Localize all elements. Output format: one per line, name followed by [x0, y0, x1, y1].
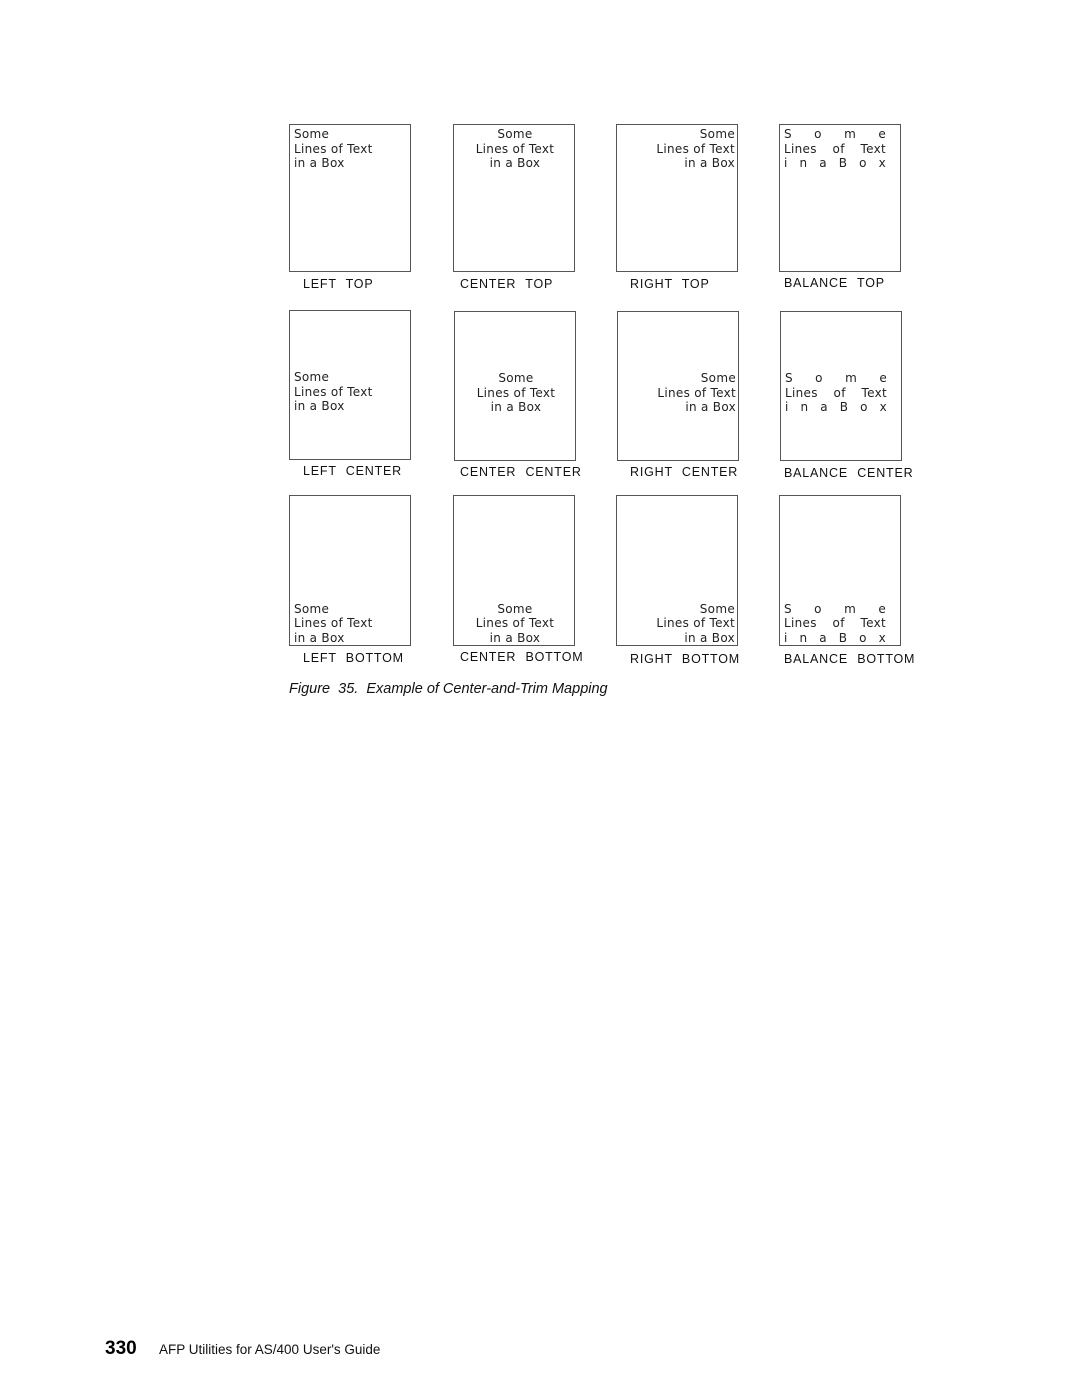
- box-text: Some Lines of Text in a Box: [294, 601, 373, 645]
- label-center-top: CENTER TOP: [460, 277, 554, 291]
- box-text: Some Lines of Text in a Box: [294, 127, 373, 170]
- box-center-bottom: Some Lines of Text in a Box: [453, 495, 575, 646]
- box-text: Some Lines of Text in a Box: [475, 601, 555, 645]
- box-text: S o m e Lines of Text i n a B o x: [785, 370, 887, 414]
- label-left-top: LEFT TOP: [303, 277, 374, 291]
- label-balance-bottom: BALANCE BOTTOM: [784, 652, 916, 666]
- label-right-top: RIGHT TOP: [630, 277, 710, 291]
- box-right-center: Some Lines of Text in a Box: [617, 311, 739, 461]
- label-center-center: CENTER CENTER: [460, 465, 582, 479]
- box-left-bottom: Some Lines of Text in a Box: [289, 495, 411, 646]
- box-center-center: Some Lines of Text in a Box: [454, 311, 576, 461]
- box-text: Some Lines of Text in a Box: [657, 370, 736, 414]
- box-text: Some Lines of Text in a Box: [656, 127, 735, 170]
- box-text: S o m e Lines of Text i n a B o x: [784, 127, 886, 170]
- label-left-center: LEFT CENTER: [303, 464, 402, 478]
- label-center-bottom: CENTER BOTTOM: [460, 650, 584, 664]
- box-left-center: Some Lines of Text in a Box: [289, 310, 411, 460]
- box-text: Some Lines of Text in a Box: [294, 369, 373, 413]
- box-balance-center: S o m e Lines of Text i n a B o x: [780, 311, 902, 461]
- box-text: Some Lines of Text in a Box: [656, 601, 735, 645]
- label-balance-center: BALANCE CENTER: [784, 466, 914, 480]
- box-text: S o m e Lines of Text i n a B o x: [784, 601, 886, 645]
- label-left-bottom: LEFT BOTTOM: [303, 651, 404, 665]
- page-number: 330: [105, 1338, 137, 1359]
- label-right-center: RIGHT CENTER: [630, 465, 739, 479]
- box-balance-top: S o m e Lines of Text i n a B o x: [779, 124, 901, 272]
- label-right-bottom: RIGHT BOTTOM: [630, 652, 740, 666]
- label-balance-top: BALANCE TOP: [784, 276, 885, 290]
- box-left-top: Some Lines of Text in a Box: [289, 124, 411, 272]
- box-balance-bottom: S o m e Lines of Text i n a B o x: [779, 495, 901, 646]
- book-title: AFP Utilities for AS/400 User's Guide: [159, 1342, 381, 1357]
- box-right-top: Some Lines of Text in a Box: [616, 124, 738, 272]
- figure-caption: Figure 35. Example of Center-and-Trim Ma…: [289, 681, 608, 697]
- box-text: Some Lines of Text in a Box: [475, 127, 555, 170]
- box-right-bottom: Some Lines of Text in a Box: [616, 495, 738, 646]
- box-center-top: Some Lines of Text in a Box: [453, 124, 575, 272]
- box-text: Some Lines of Text in a Box: [476, 370, 556, 414]
